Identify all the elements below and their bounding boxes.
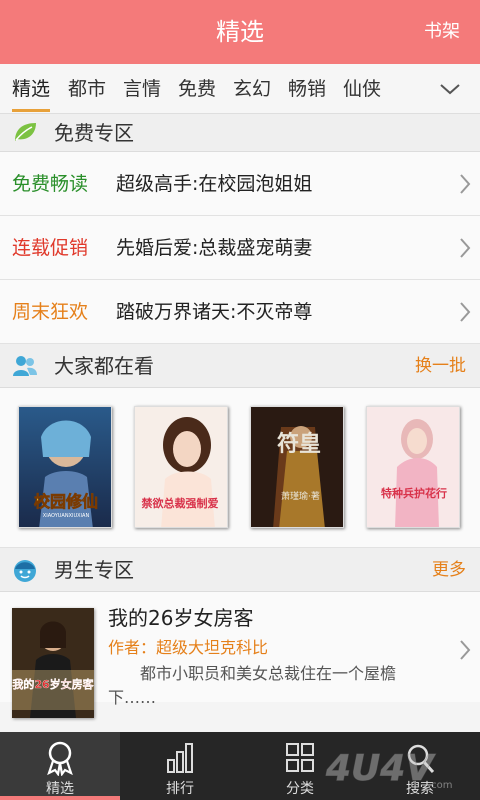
svg-text:4U4V: 4U4V: [325, 748, 436, 789]
promo-tag: 连载促销: [12, 237, 89, 259]
refresh-batch-button[interactable]: 换一批: [415, 344, 466, 388]
more-button[interactable]: 更多: [432, 548, 466, 592]
chevron-right-icon: [460, 174, 471, 194]
book-cover[interactable]: 校园修仙 XIAOYUANXIUXIAN: [18, 406, 112, 528]
chevron-right-icon: [460, 238, 471, 258]
grid-icon: [286, 743, 314, 772]
promo-tag: 周末狂欢: [12, 301, 89, 323]
svg-text:.com: .com: [428, 780, 453, 791]
ribbon-badge-icon: [47, 741, 73, 776]
cover-title: 符皇: [277, 431, 321, 457]
nav-featured[interactable]: 精选: [0, 732, 120, 800]
tab-free[interactable]: 免费: [178, 64, 216, 114]
tab-featured[interactable]: 精选: [12, 64, 51, 114]
book-cover[interactable]: 禁欲总裁强制爱: [134, 406, 228, 528]
category-tabs: 精选 都市 言情 免费 玄幻 畅销 仙侠: [0, 64, 480, 114]
users-icon: [13, 356, 37, 376]
book-cover[interactable]: 特种兵护花行: [366, 406, 460, 528]
section-title: 大家都在看: [54, 354, 154, 378]
cover-subtitle: XIAOYUANXIUXIAN: [43, 513, 90, 519]
section-title: 免费专区: [54, 121, 134, 145]
promo-book-title: 先婚后爱:总裁盛宠萌妻: [116, 237, 313, 259]
nav-ranking[interactable]: 排行: [120, 732, 240, 800]
leaf-icon: [15, 123, 36, 141]
promo-row-serial-sale[interactable]: 连载促销 先婚后爱:总裁盛宠萌妻: [0, 216, 480, 280]
chevron-right-icon: [460, 302, 471, 322]
thumbnail-title: 我的26岁女房客: [12, 677, 94, 691]
promo-row-free-read[interactable]: 免费畅读 超级高手:在校园泡姐姐: [0, 152, 480, 216]
promo-book-title: 踏破万界诸天:不灭帝尊: [116, 301, 313, 323]
bookshelf-button[interactable]: 书架: [424, 0, 460, 64]
site-watermark-logo: 4U4V .com: [325, 748, 453, 792]
promo-row-weekend[interactable]: 周末狂欢 踏破万界诸天:不灭帝尊: [0, 280, 480, 344]
app-header: 精选 书架: [0, 0, 480, 64]
nav-label: 排行: [166, 781, 194, 797]
section-title: 男生专区: [54, 558, 134, 582]
book-list-item[interactable]: 我的26岁女房客 我的26岁女房客 作者：超级大坦克科比 都市小职员和美女总裁住…: [0, 592, 480, 718]
promo-tag: 免费畅读: [12, 173, 89, 195]
book-author: 作者：超级大坦克科比: [108, 638, 269, 657]
chevron-right-icon: [460, 640, 471, 660]
bar-chart-icon: [167, 743, 193, 773]
free-zone-header: 免费专区: [0, 114, 480, 152]
tab-urban[interactable]: 都市: [68, 64, 106, 114]
book-thumbnail: 我的26岁女房客: [12, 608, 94, 718]
boy-face-icon: [14, 560, 36, 582]
cover-title: 特种兵护花行: [381, 486, 447, 500]
cover-title: 校园修仙: [34, 492, 98, 511]
book-cover[interactable]: 符皇 萧瑾瑜·著: [250, 406, 344, 528]
book-description: 都市小职员和美女总裁住在一个屋檐下……: [108, 664, 397, 707]
book-title: 我的26岁女房客: [108, 606, 254, 630]
tab-bestseller[interactable]: 畅销: [288, 64, 326, 114]
promo-book-title: 超级高手:在校园泡姐姐: [116, 173, 313, 195]
cover-author: 萧瑾瑜·著: [281, 490, 320, 502]
tab-fantasy[interactable]: 玄幻: [233, 64, 271, 114]
popular-covers: 校园修仙 XIAOYUANXIUXIAN 禁欲总裁强制爱 符皇 萧瑾瑜·著 特种…: [0, 388, 480, 548]
page-title: 精选: [216, 18, 264, 46]
nav-label: 精选: [46, 781, 74, 797]
everyone-reading-header: 大家都在看 换一批: [0, 344, 480, 388]
cover-title: 禁欲总裁强制爱: [142, 496, 219, 510]
male-zone-header: 男生专区 更多: [0, 548, 480, 592]
chevron-down-icon[interactable]: [438, 77, 462, 101]
tab-xianxia[interactable]: 仙侠: [343, 64, 381, 114]
tab-romance[interactable]: 言情: [123, 64, 161, 114]
